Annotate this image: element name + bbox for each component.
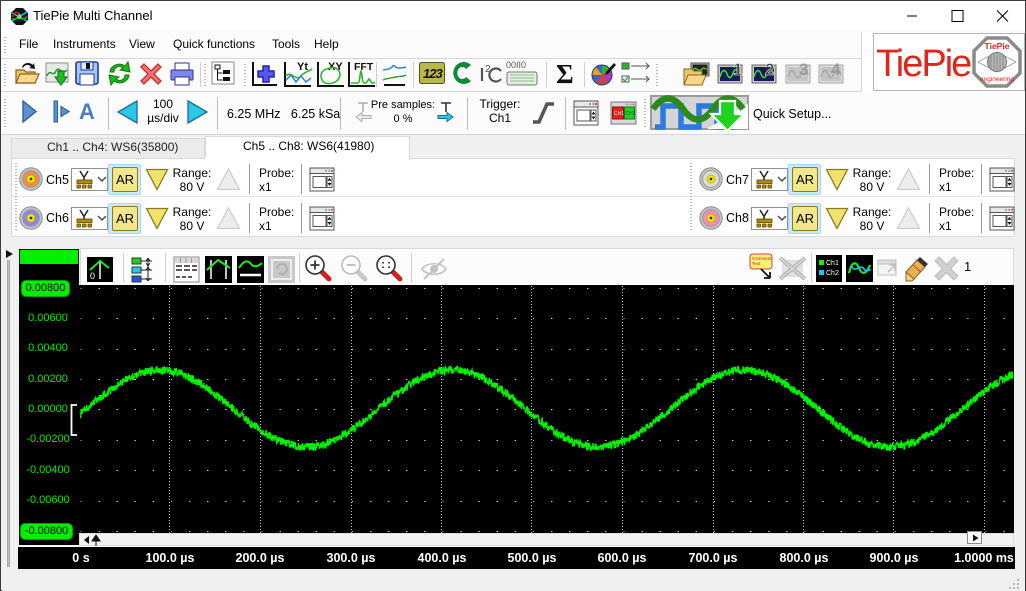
svg-text:CH2: CH2 [626, 111, 636, 117]
svg-text:0: 0 [90, 271, 95, 281]
svg-text:Ch2: Ch2 [826, 270, 839, 277]
svg-text:Σ: Σ [556, 59, 574, 89]
svg-text:Ch1: Ch1 [826, 260, 839, 267]
svg-text:1: 1 [733, 60, 742, 79]
svg-text:TiePie: TiePie [985, 41, 1010, 51]
svg-text:2: 2 [765, 60, 774, 79]
svg-text:00II0: 00II0 [506, 60, 526, 70]
svg-text:engineering: engineering [980, 76, 1014, 83]
svg-text:4: 4 [831, 60, 841, 79]
svg-text:CH1: CH1 [614, 111, 624, 117]
svg-text:3: 3 [799, 60, 808, 79]
svg-text:FFT: FFT [354, 61, 374, 73]
svg-text:Text: Text [752, 261, 761, 266]
svg-text:123: 123 [423, 66, 443, 81]
svg-text:XY: XY [328, 61, 343, 73]
